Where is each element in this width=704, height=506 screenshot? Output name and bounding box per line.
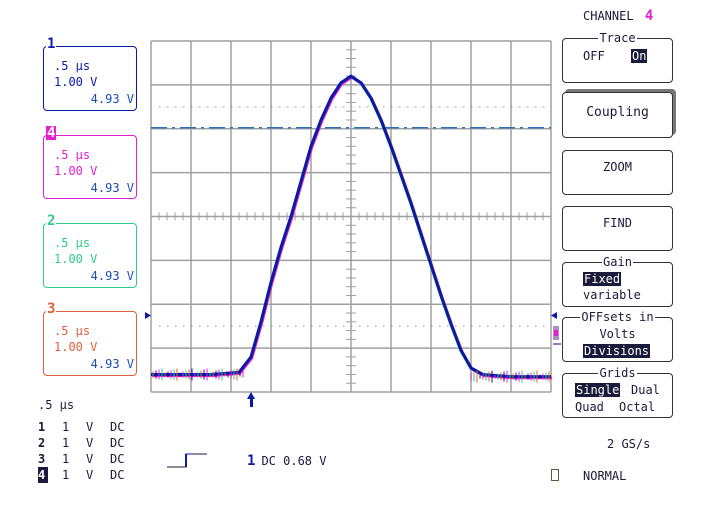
acquisition-mode: NORMAL [583,469,627,483]
acquisition-indicator-icon [551,469,559,481]
zoom-label: ZOOM [603,160,632,174]
zoom-button[interactable]: ZOOM [562,150,673,195]
trace-on-option[interactable]: On [631,49,648,63]
grids-dual-option[interactable]: Dual [631,383,660,397]
graticule [150,40,552,393]
grids-title: Grids [598,366,637,380]
grids-quad-option[interactable]: Quad [575,400,604,414]
trace-off-option[interactable]: OFF [583,49,605,63]
right-channel-4-marker[interactable] [553,326,561,345]
offsets-title: OFFsets in [580,310,655,324]
gain-title: Gain [602,255,633,269]
trace-menu[interactable]: Trace OFF On [562,31,673,83]
sample-rate: 2 GS/s [607,437,651,451]
trigger-position-arrow[interactable] [247,392,255,407]
trace-channel-4 [151,76,552,380]
menu-header: CHANNEL 4 [583,8,653,24]
left-offset-marker[interactable] [145,312,151,319]
grids-octal-option[interactable]: Octal [619,400,655,414]
menu-header-label: CHANNEL [583,9,634,23]
grids-menu[interactable]: Grids Single Dual Quad Octal [562,366,673,418]
offsets-menu[interactable]: OFFsets in Volts Divisions [562,310,673,362]
right-trigger-level-marker[interactable] [551,312,557,319]
gain-menu[interactable]: Gain Fixed variable [562,255,673,307]
gain-fixed-option[interactable]: Fixed [583,272,622,286]
find-button[interactable]: FIND [562,206,673,251]
coupling-button[interactable]: Coupling [562,92,673,138]
coupling-label: Coupling [586,105,649,120]
offsets-volts-option[interactable]: Volts [563,327,672,341]
menu-header-channel: 4 [644,8,654,24]
trace-title: Trace [598,31,637,45]
grids-single-option[interactable]: Single [575,383,621,397]
offsets-divisions-option[interactable]: Divisions [583,344,651,358]
trace-channel-3 [152,76,553,379]
find-label: FIND [603,216,632,230]
gain-variable-option[interactable]: variable [583,288,641,302]
